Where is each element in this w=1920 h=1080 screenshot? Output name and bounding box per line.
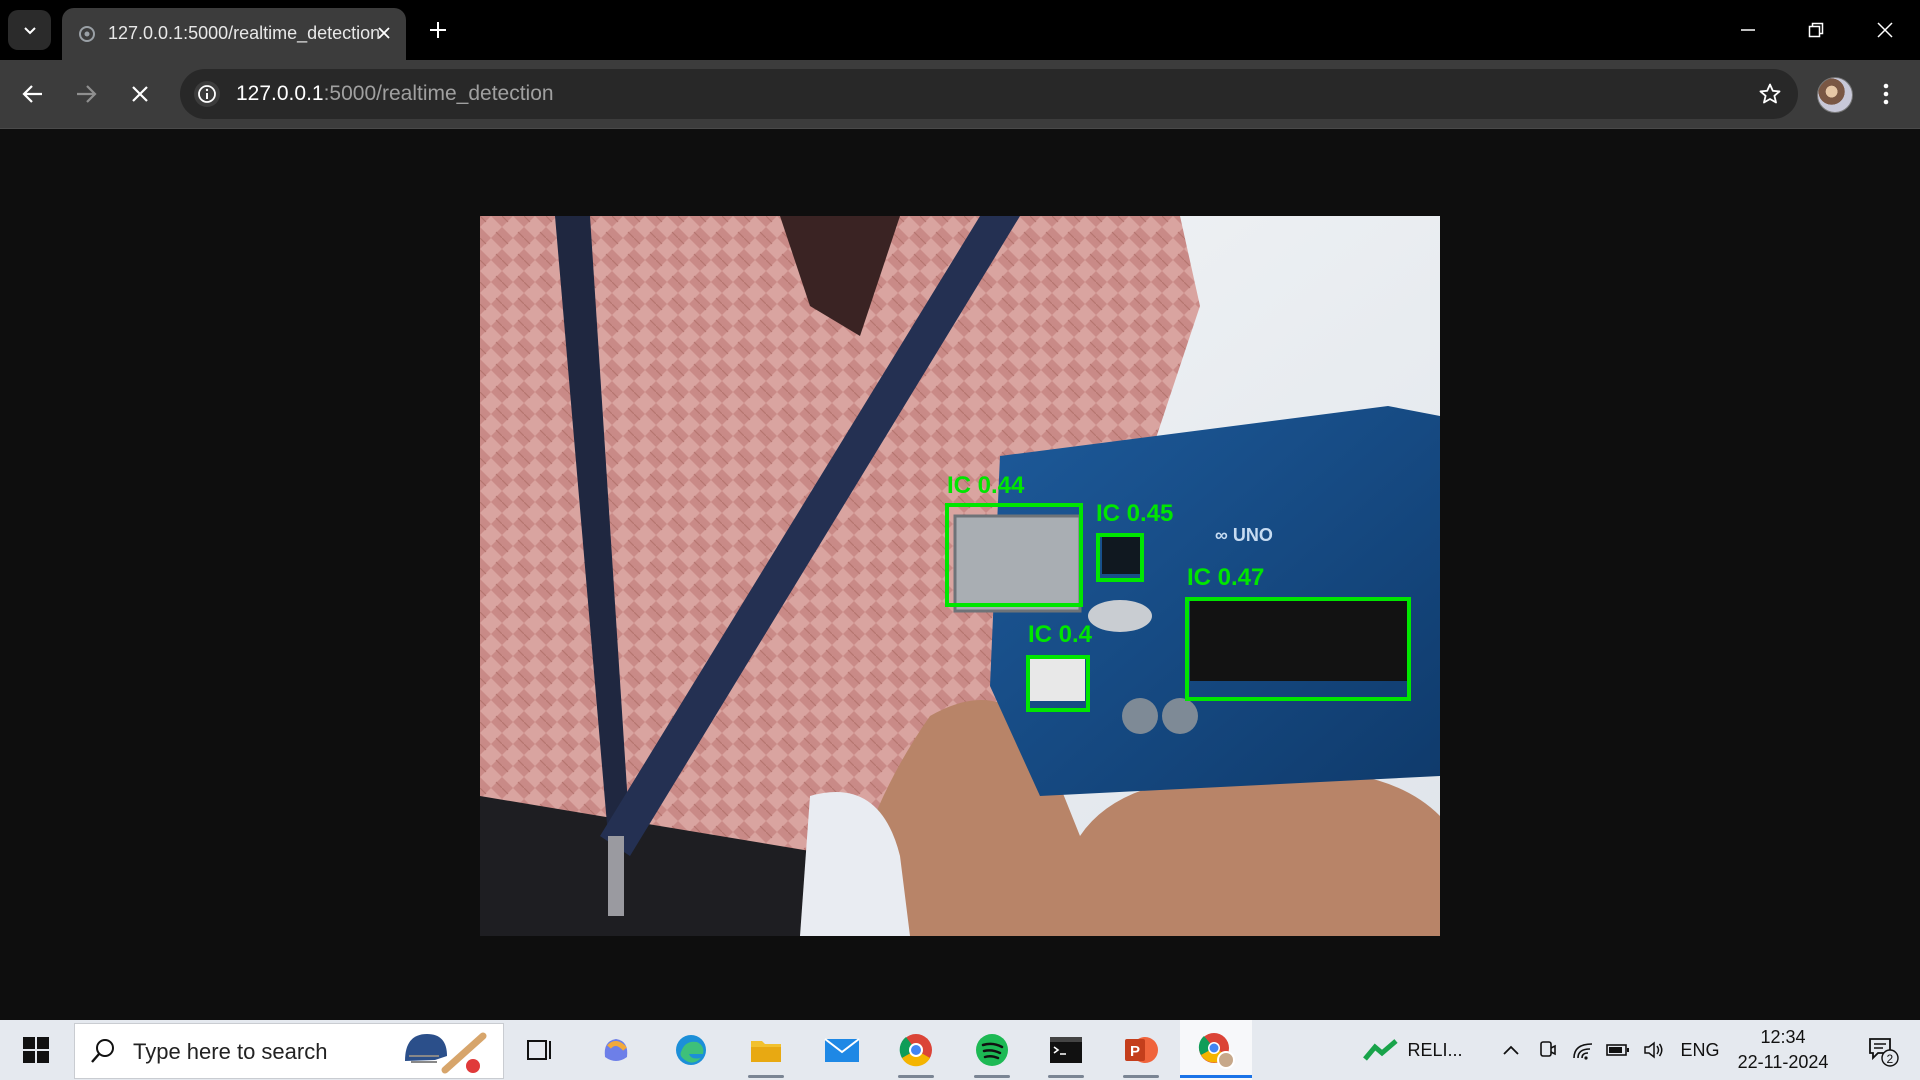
spotify-button[interactable]	[956, 1020, 1028, 1080]
chevron-up-icon	[1503, 1045, 1519, 1055]
detection-label: IC 0.44	[947, 472, 1025, 499]
usb-connector	[953, 514, 1082, 613]
copilot-icon	[604, 1039, 628, 1061]
detection-label: IC 0.47	[1187, 564, 1264, 591]
stock-widget[interactable]: RELI...	[1358, 1020, 1468, 1080]
clock-date: 22-11-2024	[1737, 1052, 1829, 1072]
kebab-menu-icon	[1883, 83, 1889, 105]
notification-icon: 2	[1869, 1038, 1899, 1067]
meet-icon	[1540, 1041, 1556, 1057]
file-explorer-icon	[751, 1041, 781, 1062]
tab-close-button[interactable]	[371, 20, 397, 46]
plus-icon	[430, 22, 446, 38]
board-logo-text: ∞ UNO	[1215, 525, 1273, 545]
chrome-icon	[899, 1034, 932, 1067]
url-text[interactable]: 127.0.0.1:5000/realtime_detection	[236, 82, 554, 106]
search-icon	[91, 1039, 114, 1063]
task-view-button[interactable]	[504, 1020, 576, 1080]
menu-button[interactable]	[1870, 78, 1902, 110]
crystal-oscillator	[1088, 600, 1152, 632]
copilot-button[interactable]	[580, 1020, 652, 1080]
volume-icon	[1644, 1041, 1663, 1059]
search-placeholder: Type here to search	[133, 1039, 328, 1064]
detection-frame: ∞ UNO IC 0.44 IC 0.45 IC 0.47 IC 0.4	[480, 216, 1440, 936]
tab-strip: 127.0.0.1:5000/realtime_detection	[0, 0, 1920, 60]
spotify-icon	[976, 1034, 1008, 1066]
url-host: 127.0.0.1	[236, 82, 324, 105]
windows-taskbar: Type here to search P RELI... ENG 12:34 …	[0, 1020, 1920, 1080]
chrome-button[interactable]	[880, 1020, 952, 1080]
detection-label: IC 0.4	[1028, 621, 1093, 648]
notification-center-button[interactable]: 2	[1852, 1020, 1912, 1080]
mail-button[interactable]	[806, 1020, 878, 1080]
info-icon	[198, 85, 216, 103]
bookmark-button[interactable]	[1756, 80, 1784, 108]
tab-search-button[interactable]	[8, 10, 51, 50]
battery-icon	[1606, 1044, 1629, 1056]
stock-chart-icon	[1363, 1039, 1399, 1061]
restore-icon	[1808, 22, 1824, 38]
taskbar-search-box[interactable]: Type here to search	[74, 1023, 504, 1079]
clock[interactable]: 12:34 22-11-2024	[1718, 1025, 1848, 1075]
close-icon	[378, 27, 390, 39]
edge-icon	[676, 1035, 706, 1065]
back-button[interactable]	[12, 73, 54, 115]
svg-text:P: P	[1130, 1043, 1140, 1060]
clock-time: 12:34	[1760, 1027, 1806, 1047]
edge-button[interactable]	[655, 1020, 727, 1080]
mail-icon	[824, 1038, 860, 1062]
page-content: ∞ UNO IC 0.44 IC 0.45 IC 0.47 IC 0.4	[0, 129, 1920, 1020]
globe-favicon-icon	[79, 26, 95, 42]
powerpoint-icon: P	[1125, 1037, 1158, 1063]
window-close-button[interactable]	[1851, 0, 1919, 60]
minimize-button[interactable]	[1714, 0, 1782, 60]
webcam-feed: ∞ UNO IC 0.44 IC 0.45 IC 0.47 IC 0.4	[480, 216, 1440, 936]
regulator-chip	[1030, 656, 1085, 701]
forward-button[interactable]	[65, 73, 107, 115]
language-indicator[interactable]: ENG	[1676, 1020, 1724, 1080]
terminal-icon	[1050, 1037, 1082, 1063]
capacitor-1	[1122, 698, 1158, 734]
tab-search-icon	[23, 27, 36, 35]
cricket-helmet-icon	[405, 1032, 487, 1074]
star-icon	[1759, 83, 1781, 104]
detection-label: IC 0.45	[1096, 500, 1173, 527]
tab-active[interactable]: 127.0.0.1:5000/realtime_detection	[62, 8, 406, 60]
chrome-profile-button[interactable]	[1180, 1020, 1252, 1080]
battery-button[interactable]	[1603, 1020, 1633, 1080]
stop-loading-icon	[132, 86, 148, 102]
wifi-icon	[1573, 1043, 1593, 1060]
chrome-profile-icon	[1198, 1033, 1235, 1069]
site-info-button[interactable]	[194, 81, 220, 107]
lanyard-clip	[608, 836, 624, 916]
address-bar[interactable]: 127.0.0.1:5000/realtime_detection	[180, 69, 1798, 119]
file-explorer-button[interactable]	[730, 1020, 802, 1080]
show-hidden-icons-button[interactable]	[1496, 1020, 1526, 1080]
restore-button[interactable]	[1782, 0, 1850, 60]
profile-avatar[interactable]	[1817, 77, 1853, 113]
task-view-icon	[527, 1040, 551, 1060]
windows-start-icon	[23, 1037, 49, 1063]
forward-arrow-icon	[77, 85, 97, 103]
window-close-icon	[1877, 22, 1893, 38]
powerpoint-button[interactable]: P	[1105, 1020, 1177, 1080]
terminal-button[interactable]	[1030, 1020, 1102, 1080]
stop-loading-button[interactable]	[119, 73, 161, 115]
stock-label: RELI...	[1407, 1039, 1463, 1060]
minimize-icon	[1741, 29, 1755, 31]
smd-chip	[1102, 536, 1142, 574]
start-button[interactable]	[0, 1020, 72, 1080]
network-button[interactable]	[1568, 1020, 1598, 1080]
browser-toolbar: 127.0.0.1:5000/realtime_detection	[0, 60, 1920, 129]
new-tab-button[interactable]	[420, 12, 456, 48]
url-path: :5000/realtime_detection	[323, 82, 554, 105]
meet-now-button[interactable]	[1532, 1020, 1562, 1080]
volume-button[interactable]	[1639, 1020, 1669, 1080]
capacitor-2	[1162, 698, 1198, 734]
notification-count: 2	[1887, 1052, 1894, 1066]
atmega-chip	[1190, 601, 1410, 681]
back-arrow-icon	[22, 85, 42, 103]
